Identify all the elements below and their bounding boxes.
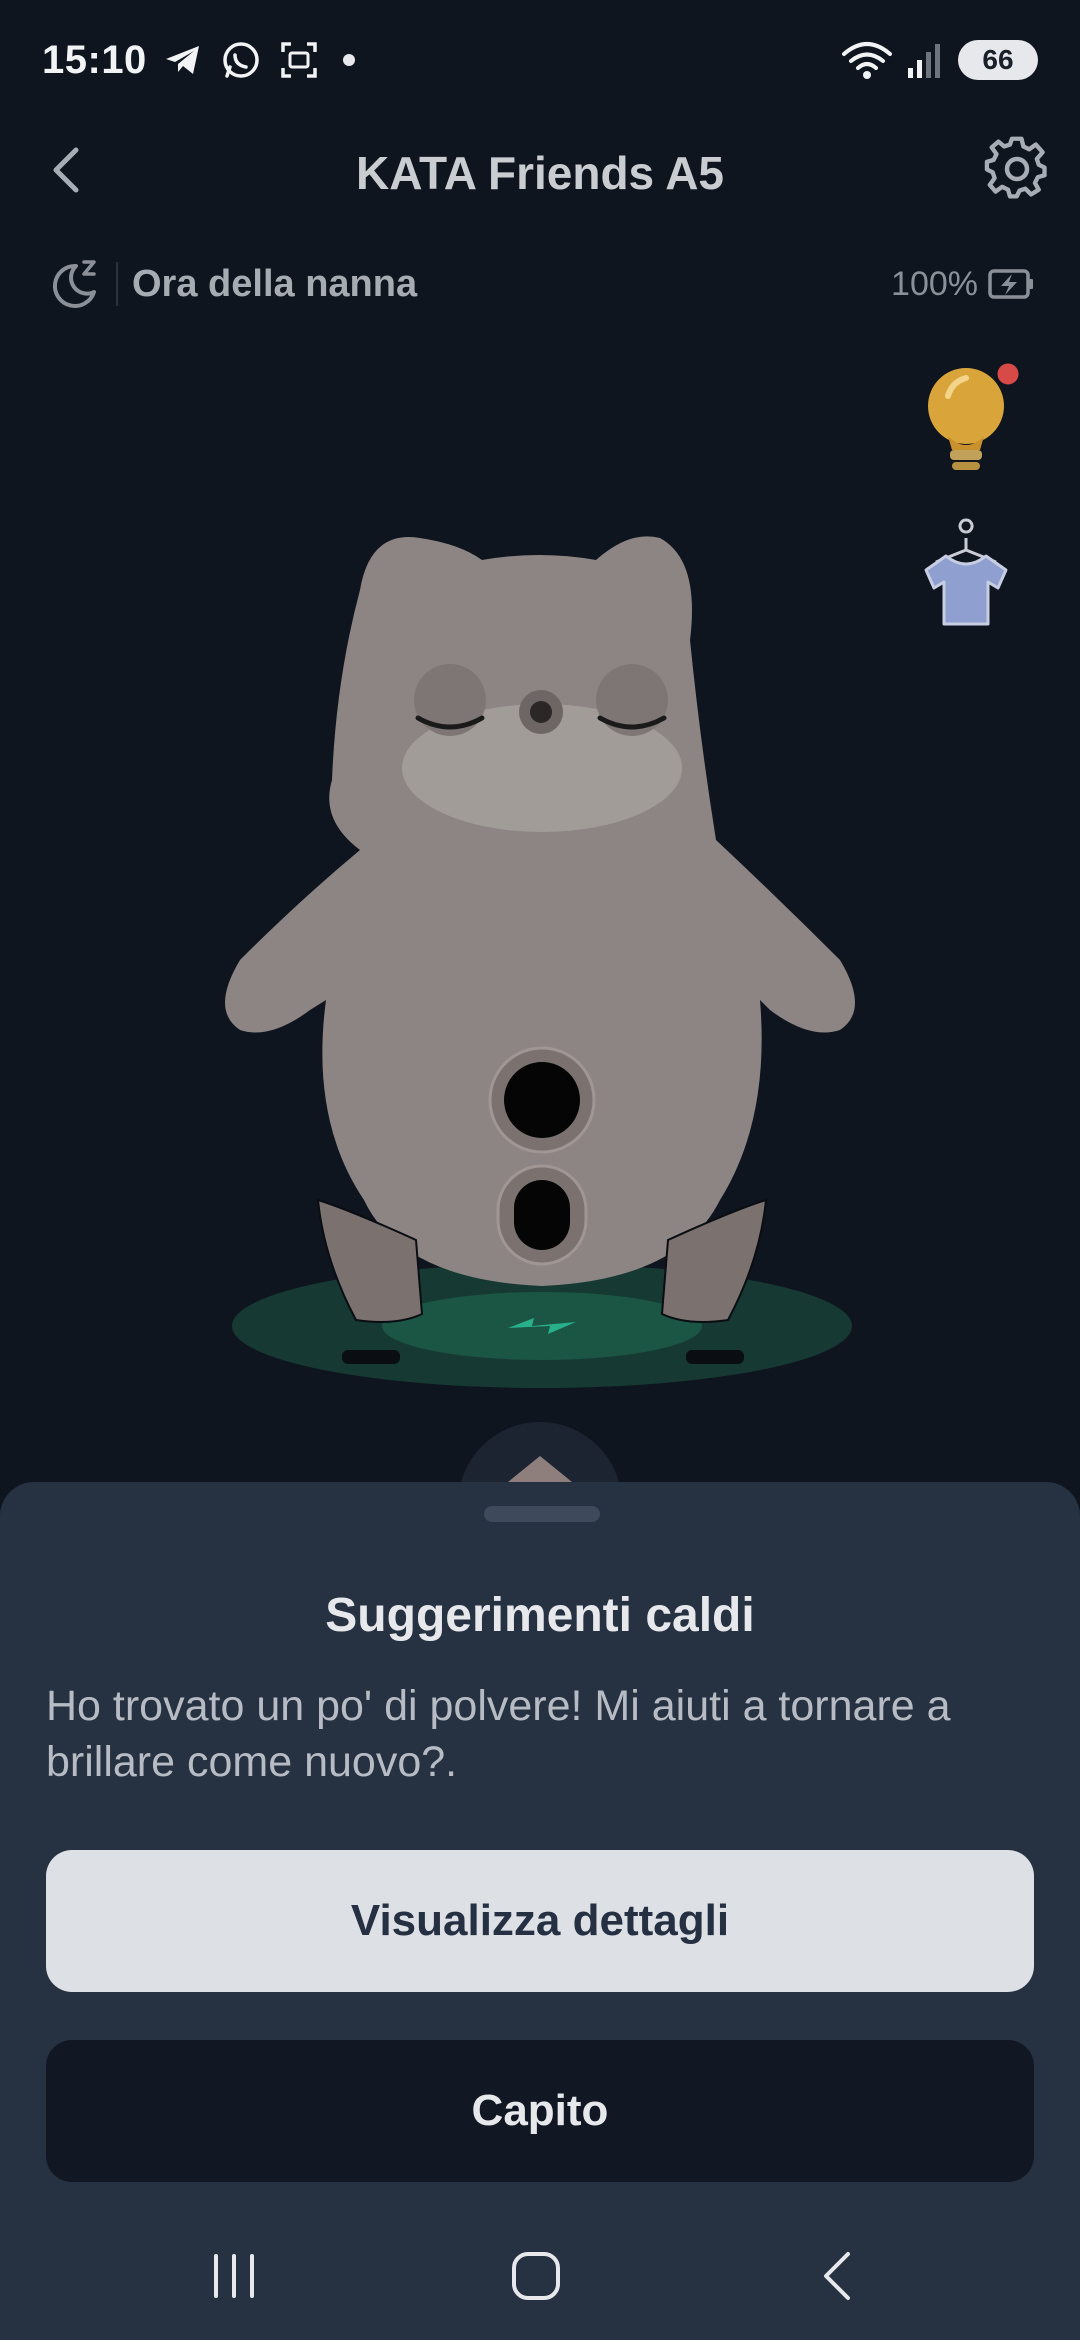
telegram-icon xyxy=(165,46,199,74)
device-battery: 100% xyxy=(891,265,1034,304)
status-left: 15:10 xyxy=(42,38,355,83)
lightbulb-icon[interactable] xyxy=(918,358,1028,478)
sheet-title: Suggerimenti caldi xyxy=(325,1589,755,1642)
navigation-bar xyxy=(0,2214,1080,2340)
recents-icon[interactable] xyxy=(202,2244,266,2308)
notification-dot xyxy=(342,54,355,66)
top-bar: KATA Friends A5 xyxy=(0,120,1080,220)
shirt-hanger-icon[interactable] xyxy=(906,518,1026,638)
mode-divider xyxy=(116,262,118,306)
moon-sleep-icon[interactable] xyxy=(46,256,102,312)
wifi-icon xyxy=(842,42,892,79)
battery-charging-icon xyxy=(988,269,1033,299)
bottom-sheet: Suggerimenti caldi Ho trovato un po' di … xyxy=(0,1482,1080,2340)
signal-icon xyxy=(908,44,940,78)
status-time: 15:10 xyxy=(42,37,147,82)
home-icon[interactable] xyxy=(504,2244,568,2308)
app-screen: 15:10 66 KATA Friends A5 Ora della nanna… xyxy=(0,0,1080,2340)
got-it-button[interactable]: Capito xyxy=(46,2040,1034,2182)
mode-label: Ora della nanna xyxy=(132,262,418,305)
status-bar: 15:10 66 xyxy=(0,0,1080,120)
view-details-button[interactable]: Visualizza dettagli xyxy=(46,1850,1034,1992)
gear-icon[interactable] xyxy=(984,136,1050,202)
battery-level: 66 xyxy=(958,40,1038,80)
whatsapp-icon xyxy=(223,42,259,78)
status-right: 66 xyxy=(840,38,1038,82)
mode-row: Ora della nanna 100% xyxy=(46,252,1034,316)
back-icon[interactable] xyxy=(808,2244,872,2308)
sheet-grabber[interactable] xyxy=(484,1506,600,1522)
page-title: KATA Friends A5 xyxy=(355,147,725,199)
device-battery-percent: 100% xyxy=(891,264,978,303)
screenshot-icon xyxy=(281,42,317,78)
robot-illustration xyxy=(225,536,855,1388)
sheet-message: Ho trovato un po' di polvere! Mi aiuti a… xyxy=(46,1682,951,1786)
